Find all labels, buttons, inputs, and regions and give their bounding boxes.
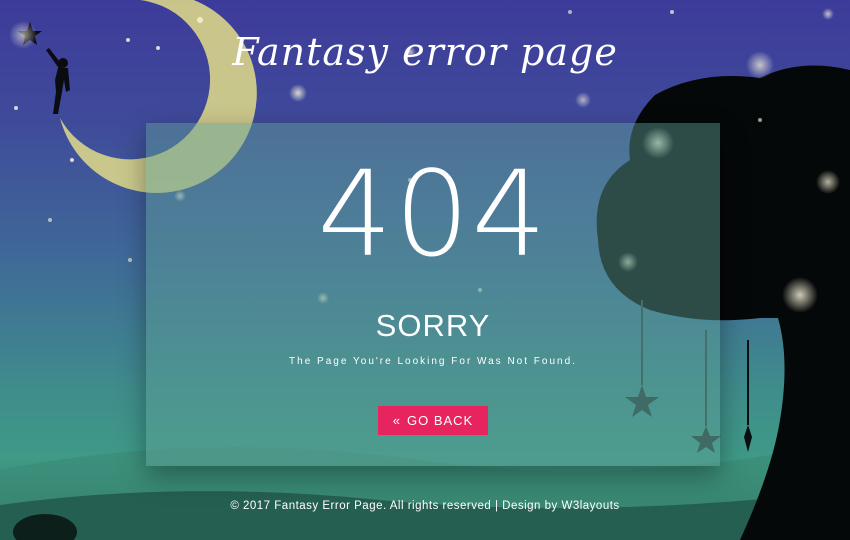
footer-copyright: © 2017 Fantasy Error Page. All rights re… [230, 500, 620, 512]
hanging-star [744, 425, 752, 452]
error-heading: SORRY [375, 308, 491, 343]
page-title: Fantasy error page [232, 30, 618, 74]
go-back-label: GO BACK [406, 413, 474, 428]
go-back-button[interactable]: « GO BACK [378, 406, 488, 435]
error-code: 404 [317, 145, 549, 283]
background-scene: Fantasy error page 404 SORRY The Page Yo… [0, 0, 850, 540]
double-chevron-left-icon: « [392, 413, 401, 428]
error-card: 404 SORRY The Page You're Looking For Wa… [146, 123, 720, 466]
error-message: The Page You're Looking For Was Not Foun… [289, 356, 577, 367]
